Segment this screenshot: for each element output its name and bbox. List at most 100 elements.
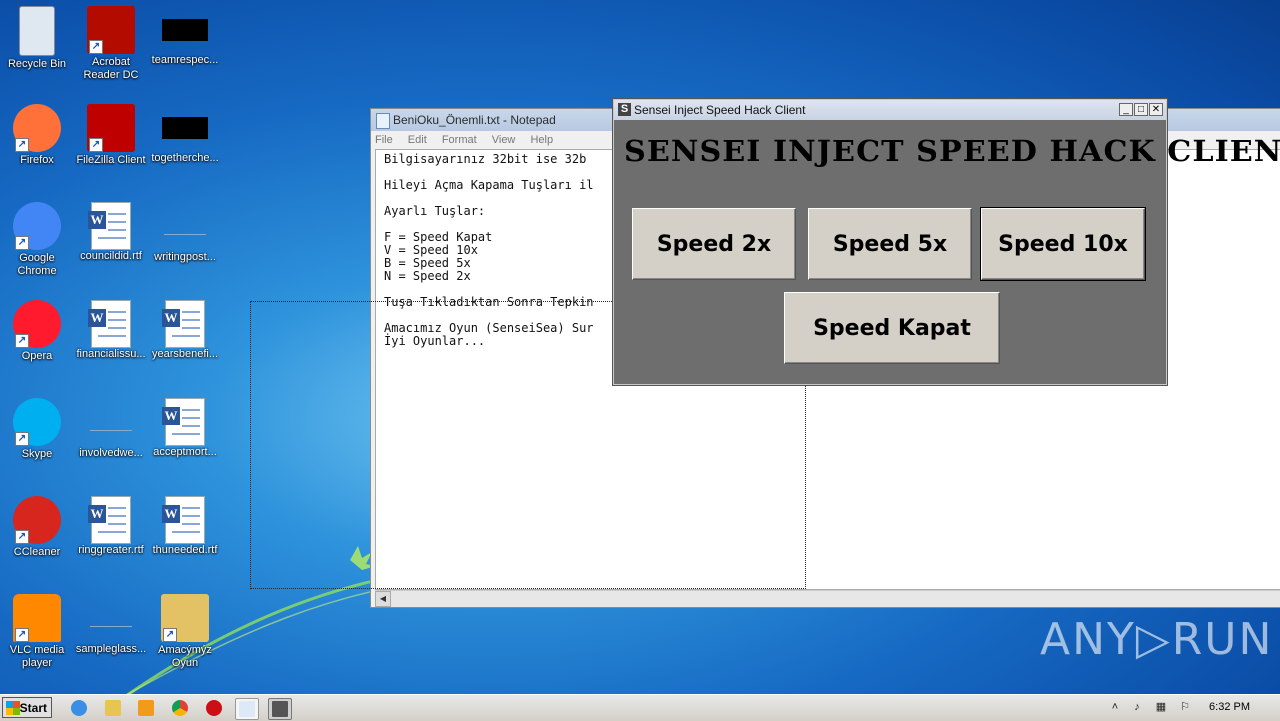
desktop-icon[interactable]: ↗ Firefox [0,104,74,167]
taskbar-opera-icon[interactable] [203,698,225,718]
file-icon [90,414,132,431]
desktop-icon-label: Amacýmýz Oyun [158,644,212,669]
shortcut-arrow-icon: ↗ [89,40,103,54]
menu-edit[interactable]: Edit [408,134,427,146]
desktop-icon-label: VLC media player [9,644,65,669]
scroll-left-icon[interactable]: ◀ [375,591,391,607]
desktop-icon-label: writingpost... [154,251,216,263]
desktop-icon[interactable]: involvedwe... [74,398,148,460]
desktop-icon-label: Acrobat Reader DC [83,56,139,81]
notepad-title: BeniOku_Önemli.txt - Notepad [393,113,556,127]
shortcut-arrow-icon: ↗ [15,236,29,250]
taskbar-sensei-icon[interactable] [268,698,292,720]
hack-client-titlebar[interactable]: S Sensei Inject Speed Hack Client _ □ ✕ [614,100,1166,120]
desktop-icon[interactable]: teamrespec... [148,6,222,67]
desktop-icon-label: CCleaner [13,546,61,558]
horizontal-scrollbar[interactable]: ◀ [375,590,1280,607]
taskbar-explorer-icon[interactable] [102,698,124,718]
desktop-icon-label: ringgreater.rtf [78,544,144,556]
speed-5x-button[interactable]: Speed 5x [808,208,972,280]
desktop-icon[interactable]: ↗ FileZilla Client [74,104,148,167]
desktop-icon[interactable]: ↗ CCleaner [0,496,74,559]
desktop-icon[interactable]: Wthuneeded.rtf [148,496,222,557]
desktop-icon-label: financialissu... [76,348,146,360]
desktop-icon-label: togetherche... [151,152,219,164]
taskbar-media-player-icon[interactable] [135,698,157,718]
tray-flag-icon[interactable]: ⚐ [1178,700,1192,714]
desktop-icon-label: yearsbenefi... [151,348,219,360]
desktop-icon[interactable]: ↗ Skype [0,398,74,461]
desktop-icon[interactable]: writingpost... [148,202,222,264]
acrobat-icon: ↗ [87,6,135,54]
word-doc-icon: W [162,398,205,446]
speed-10x-button[interactable]: Speed 10x [980,207,1146,281]
desktop-icon-label: acceptmort... [153,446,217,458]
hack-client-title: Sensei Inject Speed Hack Client [634,103,806,117]
maximize-icon[interactable]: □ [1134,103,1148,116]
tray-network-icon[interactable]: ▦ [1154,700,1168,714]
taskbar: Start ˄ ♪ ▦ ⚐ 6:32 PM [0,694,1280,721]
chrome-icon: ↗ [13,202,61,250]
desktop-icon-label: councildid.rtf [80,250,142,262]
desktop-icon-label: Recycle Bin [7,58,67,70]
desktop-icon[interactable]: Wringgreater.rtf [74,496,148,557]
folder-icon: ↗ [161,594,209,642]
desktop-icon[interactable]: togetherche... [148,104,222,165]
start-label: Start [19,701,47,715]
file-icon [90,610,132,627]
hack-client-window[interactable]: S Sensei Inject Speed Hack Client _ □ ✕ … [613,99,1280,385]
desktop-icon[interactable]: Wyearsbenefi... [148,300,222,361]
firefox-icon: ↗ [13,104,61,152]
recycle-bin-icon [19,6,55,56]
desktop-icon[interactable]: ↗ Opera [0,300,74,363]
shortcut-arrow-icon: ↗ [15,334,29,348]
word-doc-icon: W [162,496,205,544]
shortcut-arrow-icon: ↗ [15,628,29,642]
notepad-icon [376,113,390,129]
word-doc-icon: W [88,496,131,544]
desktop-icon-label: sampleglass... [75,643,147,655]
opera-icon: ↗ [13,300,61,348]
taskbar-chrome-icon[interactable] [169,698,191,718]
close-icon[interactable]: ✕ [1149,103,1163,116]
taskbar-ie-icon[interactable] [68,698,90,718]
desktop-icon-label: teamrespec... [151,54,219,66]
speed-kapat-button[interactable]: Speed Kapat [784,292,1000,364]
shortcut-arrow-icon: ↗ [163,628,177,642]
start-button[interactable]: Start [2,697,52,718]
desktop-icon-label: FileZilla Client [76,154,146,166]
menu-help[interactable]: Help [530,134,553,146]
desktop-icon[interactable]: Recycle Bin [0,6,74,71]
file-icon [162,117,208,139]
taskbar-clock[interactable]: 6:32 PM [1209,701,1250,713]
shortcut-arrow-icon: ↗ [89,138,103,152]
desktop-icon-label: Firefox [20,154,54,166]
shortcut-arrow-icon: ↗ [15,530,29,544]
desktop-icon-label: Skype [21,448,53,460]
minimize-icon[interactable]: _ [1119,103,1133,116]
filezilla-icon: ↗ [87,104,135,152]
hack-client-heading: SENSEI INJECT SPEED HACK CLIENT [624,134,1280,168]
menu-file[interactable]: File [375,134,393,146]
menu-format[interactable]: Format [442,134,477,146]
desktop-icon[interactable]: ↗ Amacýmýz Oyun [148,594,222,670]
tray-volume-icon[interactable]: ♪ [1130,700,1144,714]
skype-icon: ↗ [13,398,61,446]
tray-expand-icon[interactable]: ˄ [1108,700,1122,714]
desktop-icon[interactable]: ↗ Google Chrome [0,202,74,278]
taskbar-notepad-icon[interactable] [235,698,259,720]
vlc-icon: ↗ [13,594,61,642]
file-icon [164,218,206,235]
desktop-icon[interactable]: ↗ Acrobat Reader DC [74,6,148,82]
desktop-icon[interactable]: ↗ VLC media player [0,594,74,670]
desktop-icon-label: involvedwe... [79,447,143,459]
sensei-app-icon: S [618,103,631,116]
desktop-icon[interactable]: Wacceptmort... [148,398,222,459]
desktop-icon[interactable]: Wfinancialissu... [74,300,148,361]
speed-2x-button[interactable]: Speed 2x [632,208,796,280]
file-icon [162,19,208,41]
shortcut-arrow-icon: ↗ [15,432,29,446]
desktop-icon[interactable]: Wcouncildid.rtf [74,202,148,263]
desktop-icon[interactable]: sampleglass... [74,594,148,656]
menu-view[interactable]: View [492,134,516,146]
